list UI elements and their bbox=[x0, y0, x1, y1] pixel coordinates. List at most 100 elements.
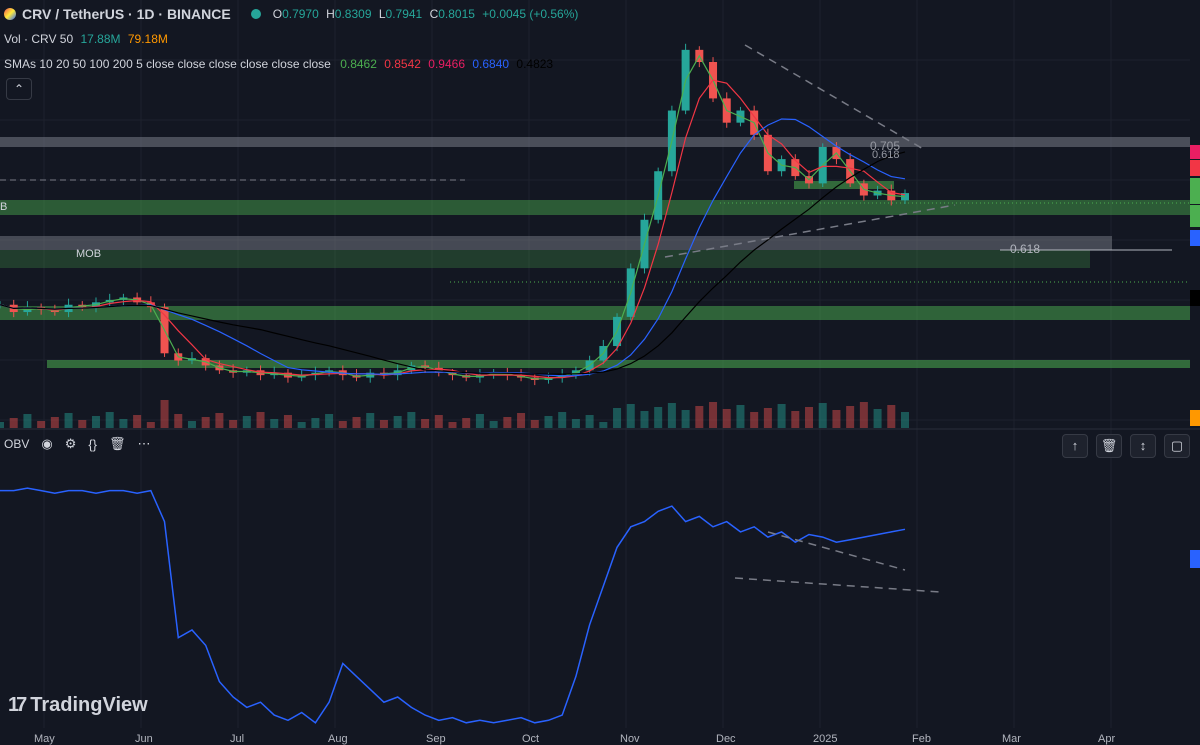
volume-bar bbox=[599, 422, 608, 428]
tradingview-wordmark: TradingView bbox=[30, 694, 148, 716]
volume-bar bbox=[407, 412, 416, 428]
volume-bar bbox=[146, 422, 155, 428]
volume-bar bbox=[667, 403, 676, 428]
braces-icon[interactable]: {} bbox=[88, 437, 97, 452]
volume-bar bbox=[160, 400, 169, 428]
change-value: +0.0045 (+0.56%) bbox=[482, 7, 579, 21]
volume-bar bbox=[805, 407, 814, 428]
time-axis-label: Jun bbox=[135, 733, 153, 745]
volume-bar bbox=[352, 417, 361, 428]
volume-bar bbox=[777, 404, 786, 428]
volume-bar bbox=[133, 415, 142, 428]
volume-bar bbox=[695, 406, 704, 428]
sma-value-50: 0.9466 bbox=[428, 57, 465, 71]
volume-bar bbox=[78, 420, 87, 428]
price-scale-marker bbox=[1190, 230, 1200, 246]
volume-bar bbox=[105, 412, 114, 428]
volume-bar bbox=[475, 414, 484, 428]
volume-bar bbox=[901, 412, 909, 428]
sma-value-100: 0.6840 bbox=[472, 57, 510, 71]
obv-label[interactable]: OBV bbox=[4, 437, 29, 451]
volume-bar bbox=[434, 415, 443, 428]
volume-bar bbox=[654, 407, 663, 428]
volume-bar bbox=[613, 408, 622, 428]
symbol-line[interactable]: CRV / TetherUS · 1D · BINANCE bbox=[22, 6, 231, 22]
volume-bar bbox=[489, 421, 498, 428]
obv-trendline-lower bbox=[734, 577, 941, 593]
move-pane-up-button[interactable]: ↑ bbox=[1062, 434, 1088, 458]
volume-bar bbox=[174, 414, 183, 428]
chart-canvas[interactable] bbox=[0, 0, 1200, 745]
price-scale-marker bbox=[1190, 160, 1200, 176]
volume-bar bbox=[229, 420, 238, 428]
volume-bar bbox=[256, 412, 265, 428]
volume-bar bbox=[503, 417, 512, 428]
trash-icon[interactable]: 🗑 bbox=[109, 436, 126, 452]
maximize-pane-button[interactable]: ▢ bbox=[1164, 434, 1190, 458]
zone-label-mob: MOB bbox=[76, 248, 102, 260]
volume-bar bbox=[421, 419, 430, 428]
volume-bar bbox=[571, 419, 580, 428]
delete-pane-button[interactable]: 🗑 bbox=[1096, 434, 1122, 458]
volume-bar bbox=[91, 416, 100, 428]
obv-line bbox=[0, 487, 906, 724]
market-status-icon bbox=[250, 9, 261, 19]
volume-bar bbox=[187, 421, 196, 428]
volume-bar bbox=[297, 422, 306, 428]
sma-value-20: 0.8542 bbox=[384, 57, 421, 71]
zone-green-b bbox=[0, 200, 1190, 215]
obv-trendline-upper bbox=[767, 531, 906, 571]
volume-label: Vol · CRV 50 bbox=[4, 32, 74, 46]
volume-bar bbox=[558, 412, 567, 428]
volume-value-2: 79.18M bbox=[127, 32, 168, 46]
arrow-up-icon: ↑ bbox=[1071, 438, 1079, 453]
volume-bar bbox=[393, 416, 402, 428]
price-scale-marker bbox=[1190, 178, 1200, 204]
price-scale-marker bbox=[1190, 145, 1200, 159]
time-axis[interactable]: May Jun Jul Aug Sep Oct Nov Dec 2025 Feb Mar Apr bbox=[0, 733, 1200, 745]
volume-bar bbox=[818, 403, 827, 428]
collapse-icon: ↕ bbox=[1139, 438, 1147, 453]
zone-gray-mob bbox=[0, 236, 1112, 250]
volume-bar bbox=[37, 421, 46, 428]
sma-10-line bbox=[0, 54, 906, 380]
time-axis-label: Mar bbox=[1002, 733, 1021, 745]
price-scale-marker bbox=[1190, 205, 1200, 227]
volume-legend[interactable]: Vol · CRV 50 17.88M 79.18M bbox=[4, 32, 168, 46]
volume-bar bbox=[311, 418, 320, 428]
chevron-up-icon: ⌃ bbox=[13, 82, 25, 96]
sma-value-10: 0.8462 bbox=[340, 57, 377, 71]
volume-bar bbox=[9, 418, 18, 428]
volume-bar bbox=[119, 419, 128, 428]
volume-bar bbox=[846, 406, 855, 428]
sma-label: SMAs 10 20 50 100 200 5 close close clos… bbox=[4, 57, 331, 71]
tradingview-logo[interactable]: 17 TradingView bbox=[8, 694, 148, 717]
volume-bar bbox=[530, 420, 539, 428]
volume-bar bbox=[791, 411, 800, 428]
close-value: 0.8015 bbox=[438, 7, 475, 21]
gear-icon[interactable]: ⚙ bbox=[65, 436, 77, 452]
volume-bar bbox=[640, 411, 649, 428]
crv-logo-icon bbox=[4, 8, 16, 20]
trendline-upper bbox=[744, 44, 926, 151]
obv-pane-header: OBV ◉ ⚙ {} 🗑 ⋯ bbox=[0, 430, 151, 458]
volume-value-1: 17.88M bbox=[80, 32, 121, 46]
volume-bar bbox=[544, 416, 553, 428]
collapse-legend-button[interactable]: ⌃ bbox=[6, 78, 32, 100]
volume-bar bbox=[681, 410, 690, 428]
sma-legend[interactable]: SMAs 10 20 50 100 200 5 close close clos… bbox=[4, 57, 553, 71]
volume-bar bbox=[325, 414, 334, 428]
price-scale-marker bbox=[1190, 410, 1200, 426]
volume-bar bbox=[270, 419, 279, 428]
more-icon[interactable]: ⋯ bbox=[138, 436, 151, 452]
collapse-pane-button[interactable]: ↕ bbox=[1130, 434, 1156, 458]
open-value: 0.7970 bbox=[282, 7, 319, 21]
volume-bar bbox=[750, 412, 759, 428]
time-axis-label: Dec bbox=[716, 733, 736, 745]
zone-green-mob bbox=[0, 250, 1090, 268]
volume-bar bbox=[859, 402, 868, 428]
fib-label-618-top: 0.618 bbox=[872, 149, 900, 161]
volume-bar bbox=[709, 402, 718, 428]
time-axis-label: Oct bbox=[522, 733, 540, 745]
eye-icon[interactable]: ◉ bbox=[41, 436, 52, 452]
